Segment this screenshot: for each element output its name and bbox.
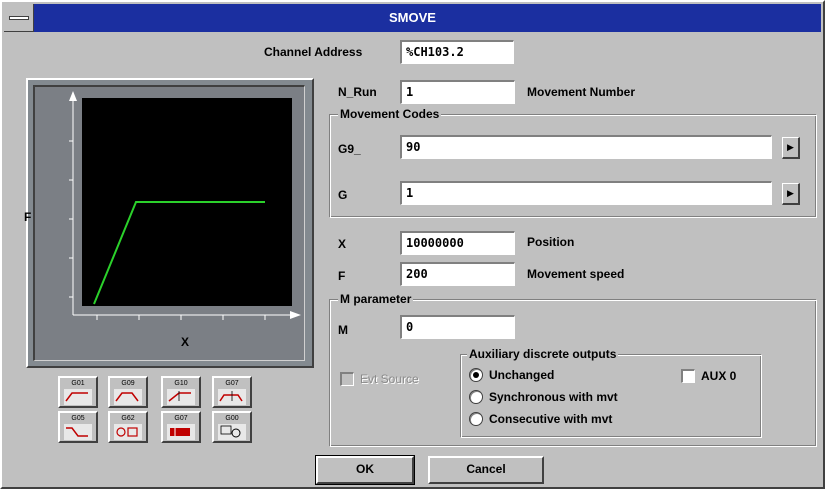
smove-dialog: SMOVE Channel Address %CH103.2 F X G01 G… [0,0,825,489]
g-dropdown-button[interactable]: ▶ [782,183,800,205]
profile-g62-icon [110,424,146,440]
aux0-label: AUX 0 [701,369,737,383]
movement-graph [26,78,314,368]
speed-description: Movement speed [527,267,625,281]
y-axis-ticks [69,140,73,298]
position-description: Position [527,235,575,249]
profile-button-label: G05 [71,415,85,422]
aux-radio-label: Consecutive with mvt [489,412,613,426]
profile-button-1[interactable]: G01 [58,376,98,408]
g9-label: G9_ [338,142,361,156]
profile-g07b-icon [163,424,199,440]
g-label: G [338,188,348,202]
x-axis-ticks [96,315,266,320]
graph-x-label: X [181,335,190,349]
aux-outputs-group: Auxiliary discrete outputs Unchanged Sync… [460,346,762,438]
arrow-right-icon: ▶ [787,142,794,152]
profile-button-2[interactable]: G09 [108,376,148,408]
aux-radio-2[interactable] [469,390,483,404]
position-field[interactable]: 10000000 [400,231,515,255]
window-title: SMOVE [389,10,436,25]
aux-radio-3[interactable] [469,412,483,426]
aux-radio-label: Unchanged [489,368,555,382]
m-label: M [338,323,348,337]
arrow-right-icon: ▶ [787,188,794,198]
system-menu-button[interactable] [4,4,34,32]
m-field[interactable]: 0 [400,315,515,339]
graph-svg [69,91,301,320]
profile-button-label: G09 [121,380,135,387]
system-menu-icon [9,16,29,20]
profile-button-5[interactable]: G05 [58,411,98,443]
m-parameter-group: M parameter M 0 Evt Source Auxiliary dis… [329,291,817,447]
m-parameter-title: M parameter [338,291,414,307]
profile-g05-icon [60,424,96,440]
channel-address-label: Channel Address [264,45,363,59]
profile-button-label: G10 [174,380,188,387]
title-bar: SMOVE [4,4,821,32]
evt-source-checkbox[interactable] [340,372,354,386]
aux-radio-label: Synchronous with mvt [489,390,618,404]
profile-button-label: G01 [71,380,85,387]
radio-selected-dot [473,372,479,378]
speed-field[interactable]: 200 [400,262,515,286]
g9-dropdown-button[interactable]: ▶ [782,137,800,159]
graph-y-label: F [24,210,32,224]
profile-g09-icon [110,389,146,405]
nrun-label: N_Run [338,85,377,99]
profile-button-6[interactable]: G62 [108,411,148,443]
profile-button-7[interactable]: G07 [161,411,201,443]
profile-g07-icon [214,389,250,405]
profile-button-3[interactable]: G10 [161,376,201,408]
profile-button-label: G00 [225,415,239,422]
profile-button-label: G07 [174,415,188,422]
g9-field[interactable]: 90 [400,135,772,159]
profile-button-label: G07 [225,380,239,387]
g-field[interactable]: 1 [400,181,772,205]
profile-g00-icon [214,424,250,440]
profile-g10-icon [163,389,199,405]
aux0-checkbox[interactable] [681,369,695,383]
profile-button-8[interactable]: G00 [212,411,252,443]
x-label: X [338,237,347,251]
nrun-description: Movement Number [527,85,636,99]
aux-outputs-title: Auxiliary discrete outputs [467,346,619,362]
cancel-button[interactable]: Cancel [428,456,544,484]
aux-radio-1[interactable] [469,368,483,382]
f-label: F [338,269,346,283]
x-axis-arrow [290,311,301,319]
nrun-field[interactable]: 1 [400,80,515,104]
profile-g01-icon [60,389,96,405]
evt-source-label: Evt Source [360,372,419,386]
profile-button-4[interactable]: G07 [212,376,252,408]
channel-address-field[interactable]: %CH103.2 [400,40,514,64]
graph-area [33,85,305,361]
y-axis-arrow [69,91,77,101]
movement-codes-group: Movement Codes G9_ 90 ▶ G 1 ▶ [329,106,817,218]
profile-button-label: G62 [121,415,135,422]
movement-codes-title: Movement Codes [338,106,442,122]
ok-button[interactable]: OK [315,455,415,485]
